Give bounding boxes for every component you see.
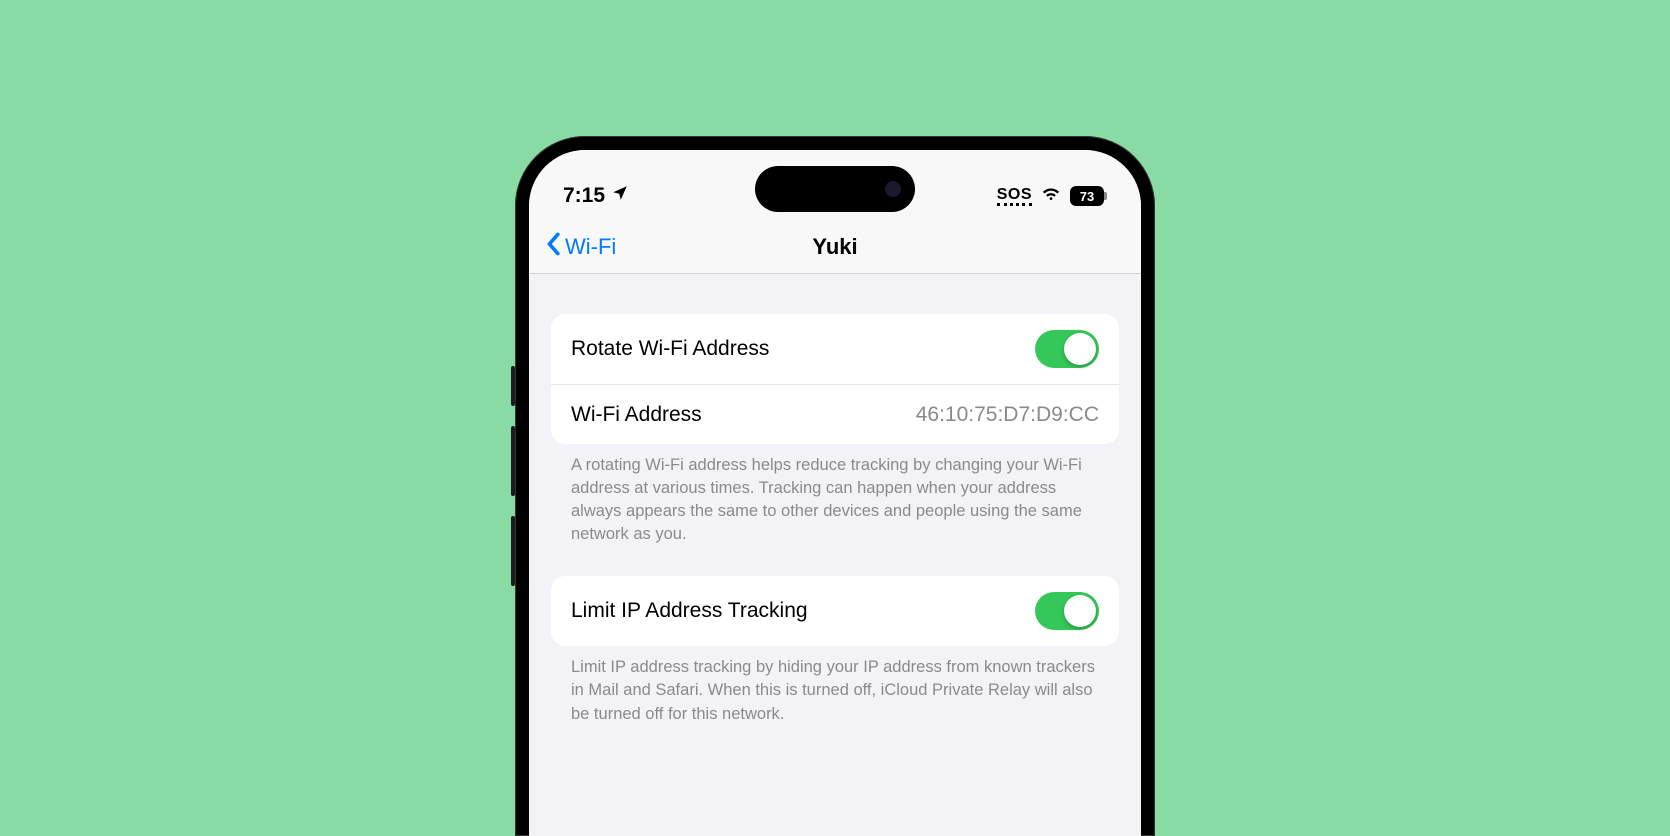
back-button[interactable]: Wi-Fi	[545, 232, 616, 262]
status-left: 7:15	[563, 184, 629, 208]
status-time: 7:15	[563, 184, 605, 208]
wifi-address-footer: A rotating Wi-Fi address helps reduce tr…	[551, 444, 1119, 576]
volume-down-button	[511, 516, 515, 586]
status-right: SOS 73	[997, 183, 1107, 210]
wifi-address-value: 46:10:75:D7:D9:CC	[916, 403, 1099, 427]
sos-indicator: SOS	[997, 187, 1032, 206]
phone-frame: 7:15 SOS 73 Wi-Fi	[515, 136, 1155, 836]
volume-up-button	[511, 426, 515, 496]
content: Rotate Wi-Fi Address Wi-Fi Address 46:10…	[529, 274, 1141, 756]
limit-ip-footer: Limit IP address tracking by hiding your…	[551, 646, 1119, 755]
dynamic-island	[755, 166, 915, 212]
wifi-address-label: Wi-Fi Address	[571, 403, 702, 427]
toggle-knob	[1064, 595, 1096, 627]
limit-ip-label: Limit IP Address Tracking	[571, 599, 808, 623]
wifi-address-group: Rotate Wi-Fi Address Wi-Fi Address 46:10…	[551, 314, 1119, 444]
battery-tip	[1104, 192, 1107, 200]
battery-indicator: 73	[1070, 186, 1107, 206]
location-icon	[611, 184, 629, 208]
limit-ip-toggle[interactable]	[1035, 592, 1099, 630]
nav-bar: Wi-Fi Yuki	[529, 220, 1141, 274]
rotate-wifi-row[interactable]: Rotate Wi-Fi Address	[551, 314, 1119, 384]
nav-title: Yuki	[812, 234, 857, 260]
limit-ip-row[interactable]: Limit IP Address Tracking	[551, 576, 1119, 646]
rotate-wifi-label: Rotate Wi-Fi Address	[571, 337, 769, 361]
wifi-address-row[interactable]: Wi-Fi Address 46:10:75:D7:D9:CC	[551, 384, 1119, 444]
toggle-knob	[1064, 333, 1096, 365]
limit-ip-group: Limit IP Address Tracking	[551, 576, 1119, 646]
rotate-wifi-toggle[interactable]	[1035, 330, 1099, 368]
mute-switch	[511, 366, 515, 406]
wifi-icon	[1040, 183, 1062, 210]
screen: 7:15 SOS 73 Wi-Fi	[529, 150, 1141, 836]
front-camera	[885, 181, 901, 197]
chevron-left-icon	[545, 232, 561, 262]
back-label: Wi-Fi	[565, 234, 616, 260]
battery-level: 73	[1070, 186, 1104, 206]
